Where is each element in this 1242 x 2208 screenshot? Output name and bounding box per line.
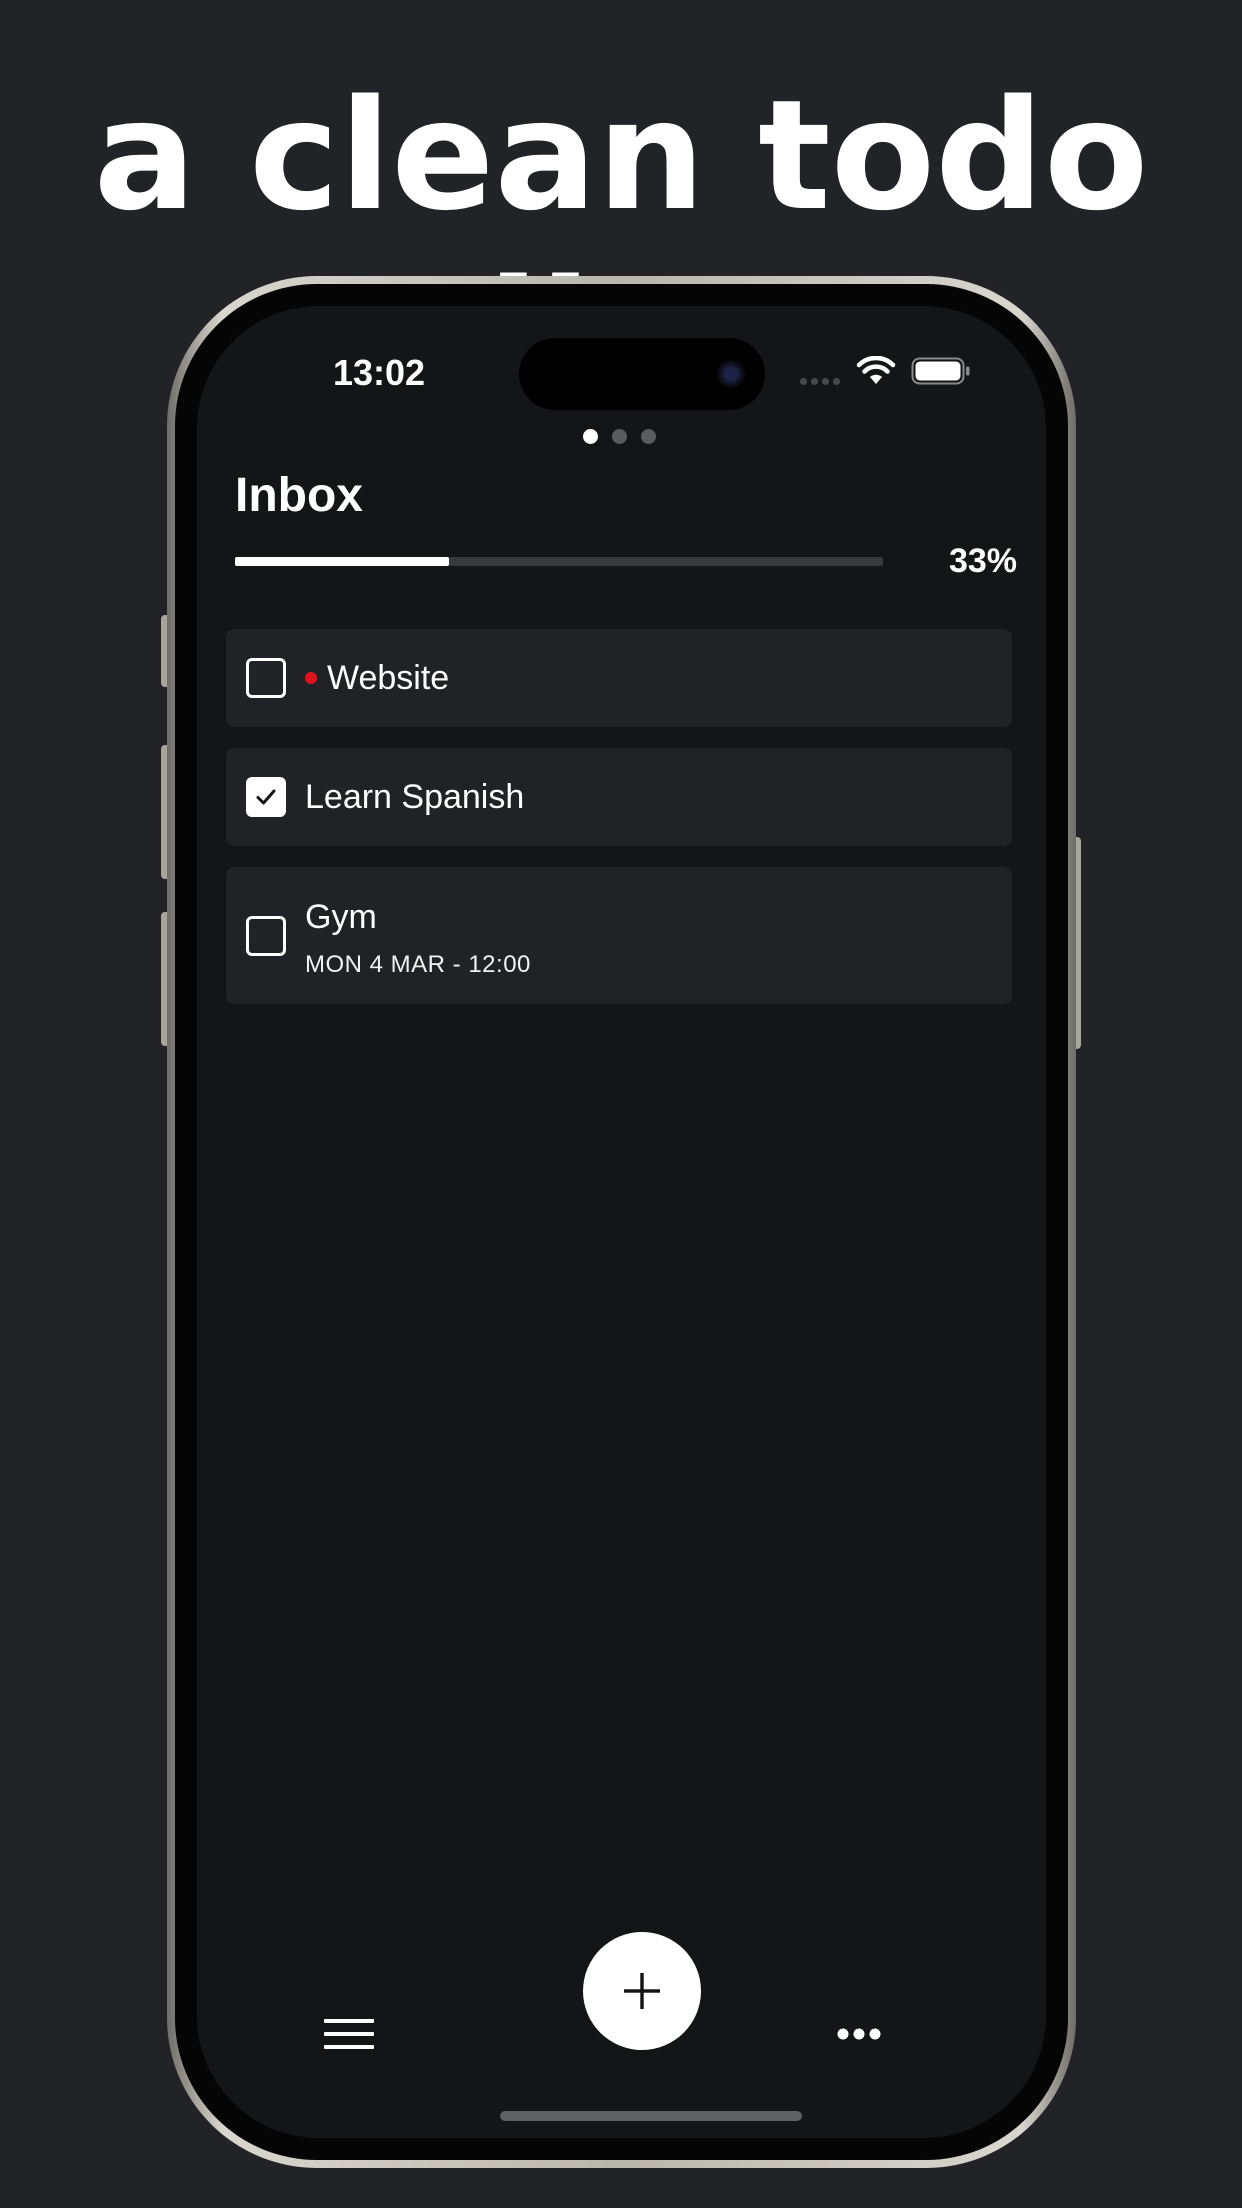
task-title: Learn Spanish <box>305 778 525 816</box>
home-indicator[interactable] <box>500 2111 802 2121</box>
content: Inbox 33% Website Learn Spanish Gym MON … <box>226 306 1037 2138</box>
task-title: Gym <box>305 898 377 936</box>
hamburger-menu-icon[interactable] <box>324 2016 374 2052</box>
list-title: Inbox <box>235 469 363 522</box>
ellipsis-icon[interactable] <box>837 2027 881 2041</box>
progress-bar <box>235 557 883 566</box>
task-row[interactable]: Learn Spanish <box>226 748 1012 846</box>
phone-screen: 13:02 Inbox 33% Website Learn Spanish Gy… <box>197 306 1046 2138</box>
progress-percent: 33% <box>948 542 1017 580</box>
checkmark-icon <box>256 789 276 805</box>
app-store-promo: a clean todo list 13:02 <box>0 0 1242 2208</box>
task-list: Website Learn Spanish Gym MON 4 MAR - 12… <box>226 629 1012 1025</box>
phone-bezel: 13:02 Inbox 33% Website Learn Spanish Gy… <box>175 284 1068 2160</box>
add-task-button[interactable] <box>583 1932 701 2050</box>
task-checkbox[interactable] <box>246 658 286 698</box>
task-title: Website <box>327 659 450 697</box>
task-row[interactable]: Gym MON 4 MAR - 12:00 <box>226 867 1012 1004</box>
task-checkbox[interactable] <box>246 777 286 817</box>
task-row[interactable]: Website <box>226 629 1012 727</box>
plus-icon <box>624 1973 660 2009</box>
priority-dot-icon <box>305 672 317 684</box>
phone-frame: 13:02 Inbox 33% Website Learn Spanish Gy… <box>167 276 1076 2168</box>
task-checkbox[interactable] <box>246 916 286 956</box>
progress-fill <box>235 557 449 566</box>
task-due-date: MON 4 MAR - 12:00 <box>305 951 531 978</box>
